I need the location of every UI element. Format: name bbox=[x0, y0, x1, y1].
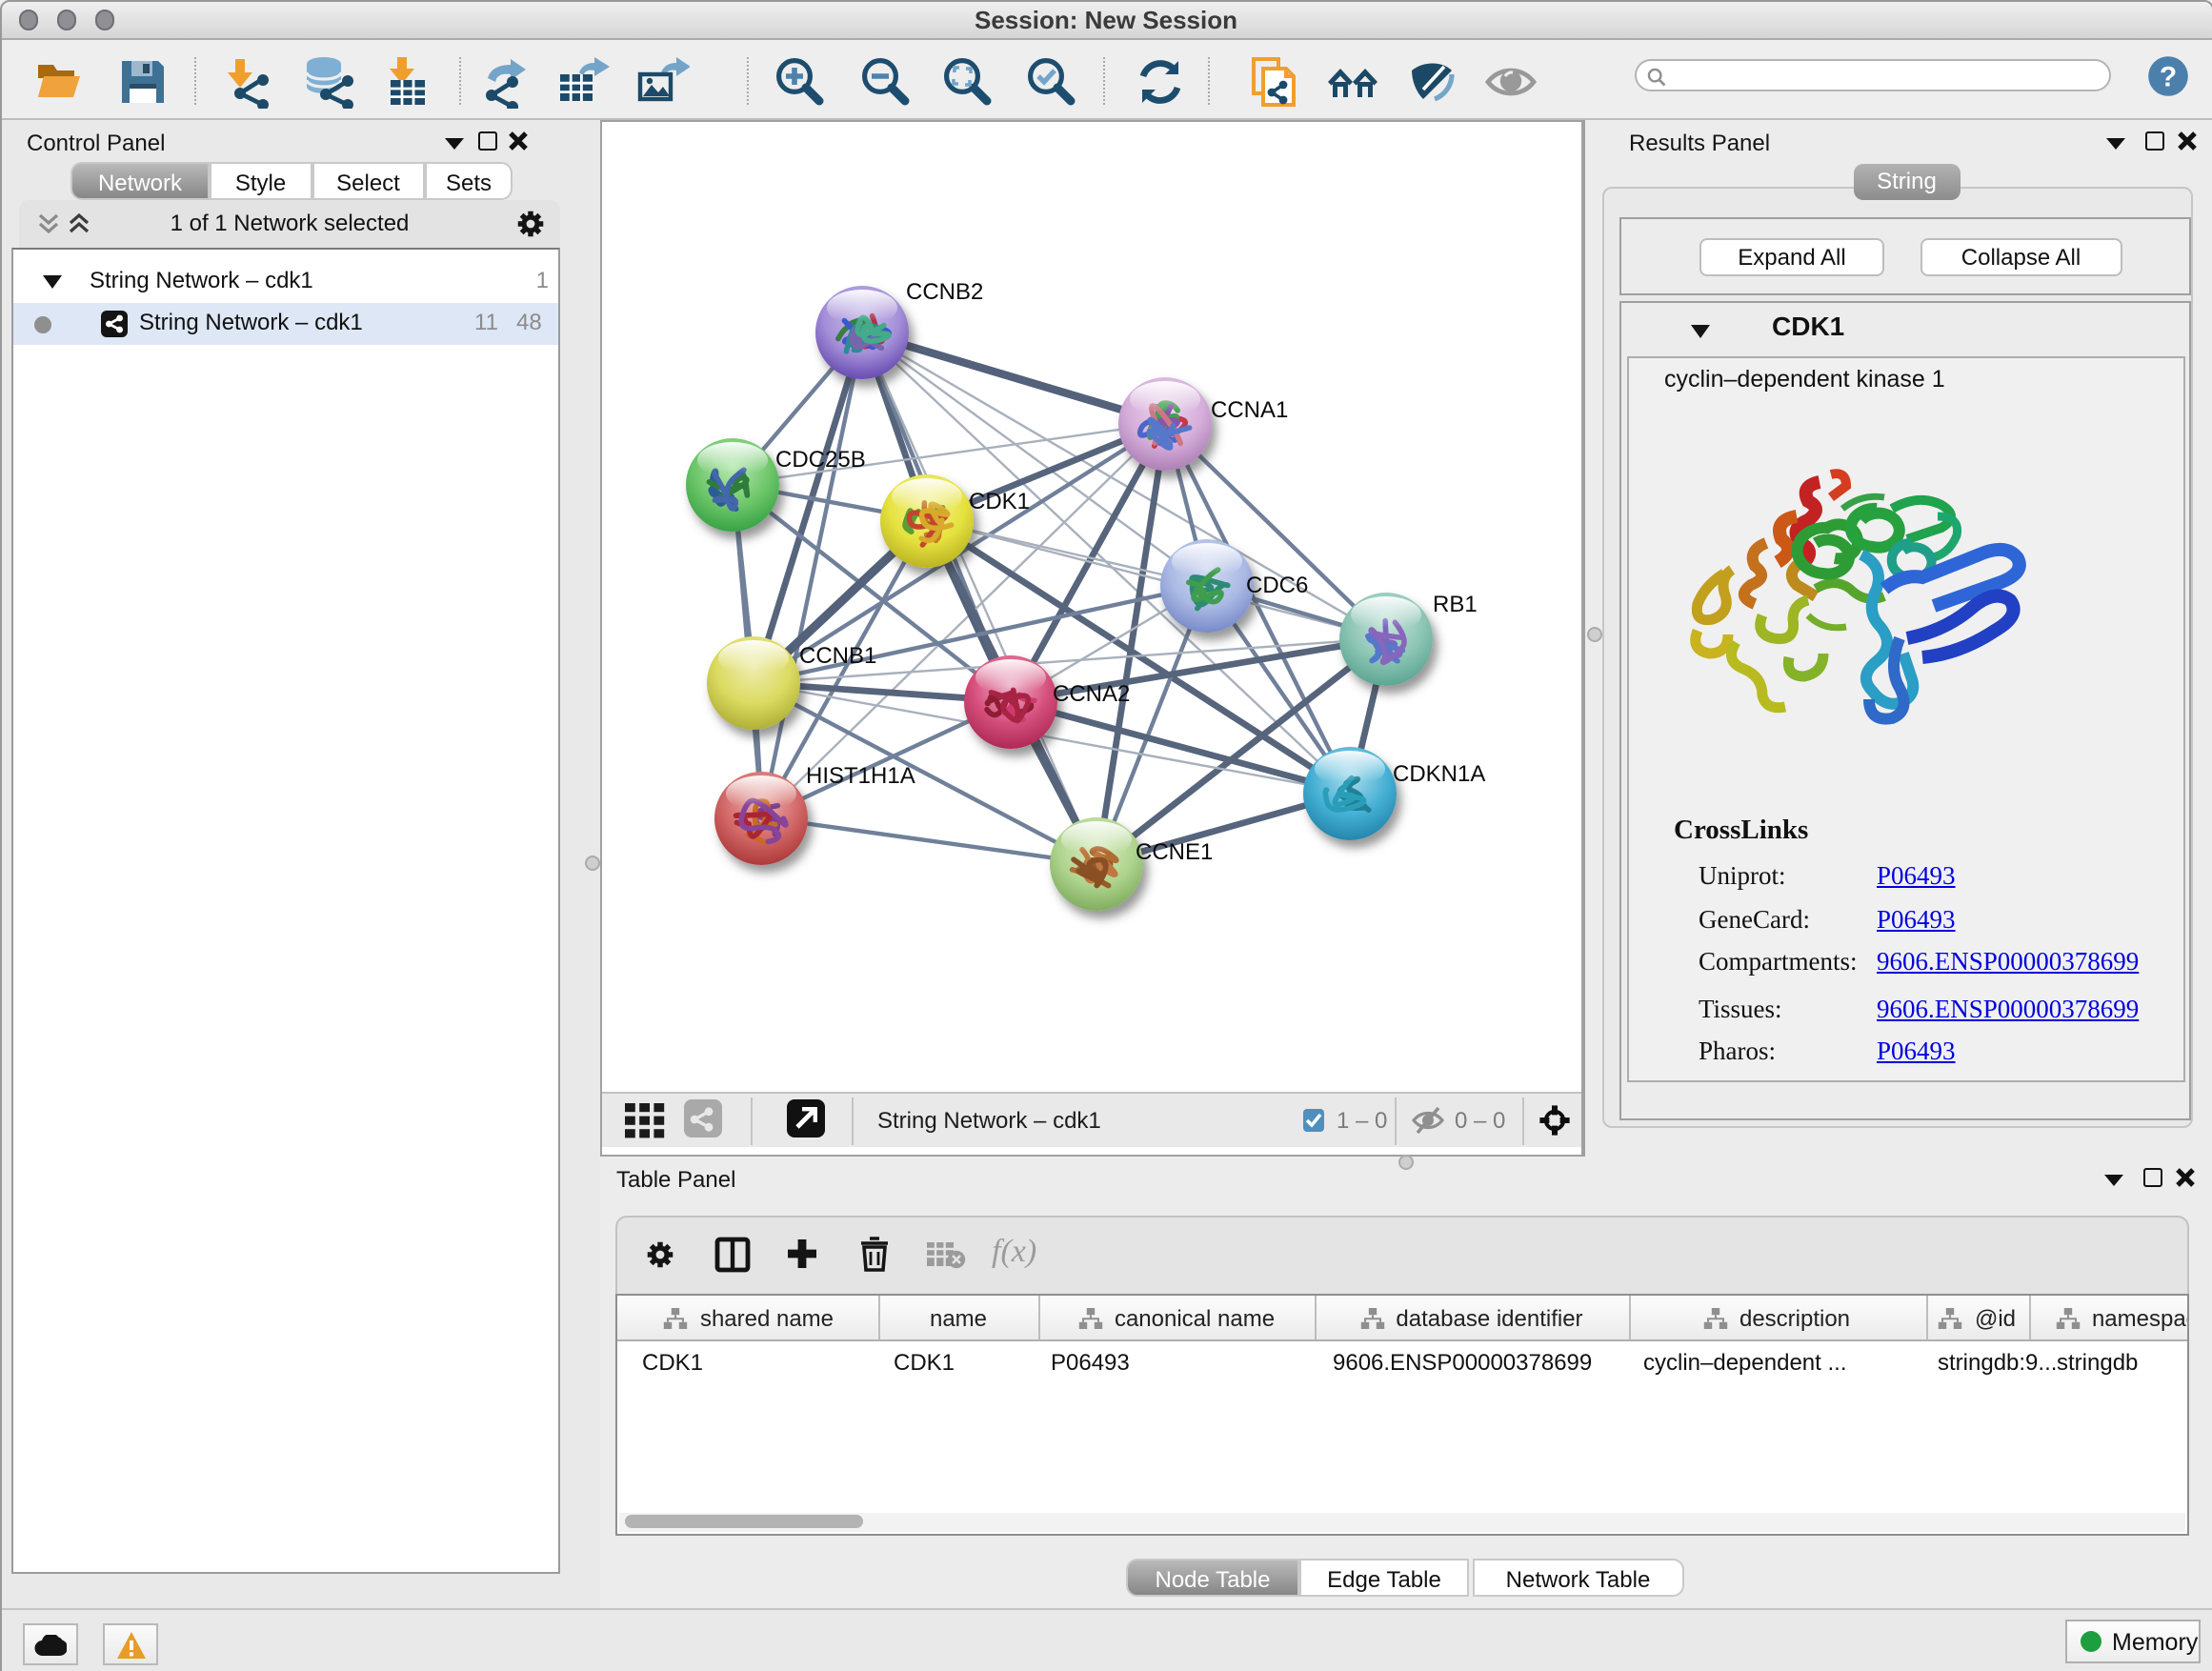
svg-text:?: ? bbox=[2160, 61, 2177, 92]
